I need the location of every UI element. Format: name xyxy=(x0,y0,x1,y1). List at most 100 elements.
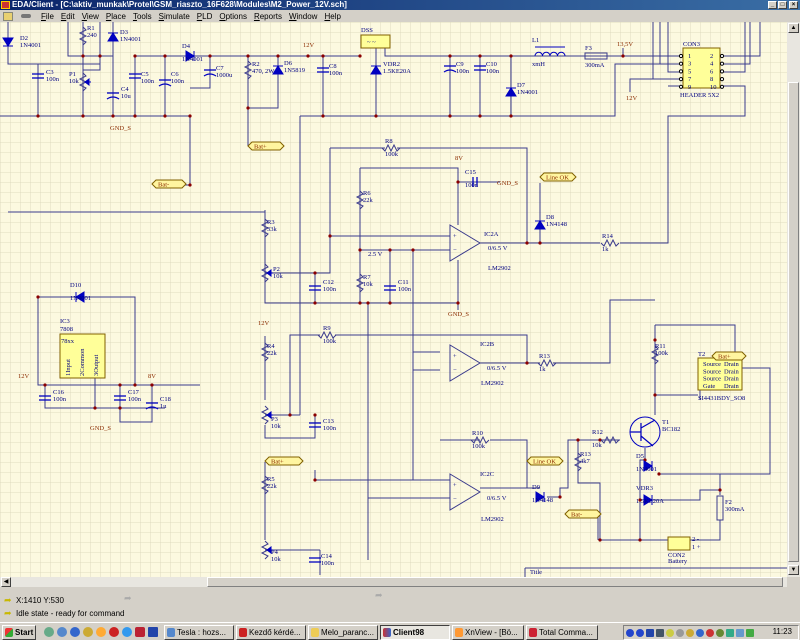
arrow-icon: ➦ xyxy=(375,590,383,600)
menu-simulate[interactable]: Simulate xyxy=(159,12,190,21)
menu-file[interactable]: File xyxy=(41,12,54,21)
menu-reports[interactable]: Reports xyxy=(254,12,282,21)
net-12v: 12V xyxy=(626,95,638,102)
quicklaunch-sun-icon[interactable] xyxy=(96,627,106,637)
r1-ref-label: R1 xyxy=(87,25,95,32)
menu-options[interactable]: Options xyxy=(219,12,247,21)
menu-pld[interactable]: PLD xyxy=(197,12,213,21)
tray-hu-keyboard-icon[interactable] xyxy=(646,629,654,637)
d2-value-label: 1N4001 xyxy=(20,42,41,49)
junction-dot xyxy=(576,438,580,442)
tray-volume-icon[interactable] xyxy=(666,629,674,637)
maximize-button[interactable]: □ xyxy=(778,1,787,9)
task-melo[interactable]: Melo_paranc... xyxy=(308,625,378,640)
quicklaunch-ie-icon[interactable] xyxy=(122,627,132,637)
horizontal-scrollbar[interactable]: ◀ xyxy=(0,577,787,587)
d4-ref-label: D4 xyxy=(182,43,191,50)
d10-value-label: 1N4001 xyxy=(70,295,91,302)
close-button[interactable]: × xyxy=(789,1,798,9)
horizontal-scroll-thumb[interactable] xyxy=(207,577,783,587)
c12-value-label: 100n xyxy=(323,286,337,293)
connector-pin xyxy=(678,53,684,59)
ic2b-ref-label: IC2B xyxy=(480,341,495,348)
vertical-scrollbar[interactable]: ▲ ▼ xyxy=(787,22,800,577)
net-12v: 12V xyxy=(303,42,315,49)
r2-ref-label: R2 xyxy=(252,61,260,68)
task-client98[interactable]: Client98 xyxy=(380,625,450,640)
t2-pin-right-1: Drain xyxy=(724,361,740,368)
junction-dot xyxy=(621,54,625,58)
menu-place[interactable]: Place xyxy=(106,12,126,21)
menu-tools[interactable]: Tools xyxy=(133,12,152,21)
scroll-up-button[interactable]: ▲ xyxy=(788,23,799,33)
schematic-canvas[interactable]: ~ ~ + − + − + − D2 1N4001 R1 240 D3 1N4001 C3 100n P1 10… xyxy=(0,22,787,577)
task-kezdo[interactable]: Kezdő kérdé... xyxy=(236,625,306,640)
taskbar: Start Tesla : hozs... Kezdő kérdé... Mel… xyxy=(0,622,800,640)
tray-bug-icon[interactable] xyxy=(716,629,724,637)
quicklaunch-app-icon[interactable] xyxy=(135,627,145,637)
task-label: Total Comma... xyxy=(539,628,593,637)
f2-value-label: 300mA xyxy=(725,506,745,513)
quicklaunch-save-icon[interactable] xyxy=(148,627,158,637)
grid xyxy=(0,22,787,577)
quicklaunch-opera-icon[interactable] xyxy=(109,627,119,637)
task-xnview[interactable]: XnView - [Bö... xyxy=(452,625,524,640)
clock[interactable]: 11:23 xyxy=(773,627,792,636)
r13b-ref-label: R13 xyxy=(580,451,591,458)
task-total-commander[interactable]: Total Comma... xyxy=(526,625,598,640)
d5-ref-label: D5 xyxy=(636,453,644,460)
tray-diamond-icon[interactable] xyxy=(706,629,714,637)
junction-dot xyxy=(558,495,562,499)
d10-ref-label: D10 xyxy=(70,282,81,289)
menu-help[interactable]: Help xyxy=(324,12,340,21)
junction-dot xyxy=(478,114,482,118)
tray-pencil-icon[interactable] xyxy=(686,629,694,637)
schematic-drawing[interactable]: ~ ~+−+−+−D21N4001R1240 D31N4001C3100nP110… xyxy=(0,22,787,577)
d7-value-label: 1N4001 xyxy=(517,89,538,96)
p1-ref-label: P1 xyxy=(69,71,76,78)
junction-dot xyxy=(133,114,137,118)
d2-ref-label: D2 xyxy=(20,35,28,42)
connector-pin xyxy=(719,61,725,66)
quicklaunch-pen-icon[interactable] xyxy=(83,627,93,637)
t2-pin-left-4: Gate xyxy=(703,383,715,390)
l1-ref-label: L1 xyxy=(532,37,539,44)
back-arrow-icon[interactable] xyxy=(21,14,31,18)
menu-view[interactable]: View xyxy=(82,12,99,21)
f3-value-label: 300mA xyxy=(585,62,605,69)
con3-pin-1: 1 xyxy=(688,53,691,60)
tray-update-icon[interactable] xyxy=(746,629,754,637)
tray-monitor-icon[interactable] xyxy=(726,629,734,637)
tray-display-icon[interactable] xyxy=(736,629,744,637)
tray-a-icon[interactable] xyxy=(626,629,634,637)
quicklaunch-mail-icon[interactable] xyxy=(70,627,80,637)
junction-dot xyxy=(509,54,513,58)
tray-info-icon[interactable] xyxy=(636,629,644,637)
junction-dot xyxy=(246,106,250,110)
task-tesla[interactable]: Tesla : hozs... xyxy=(164,625,234,640)
junction-dot xyxy=(638,538,642,542)
plus-sign: + xyxy=(453,353,457,360)
tray-network-icon[interactable] xyxy=(656,629,664,637)
junction-dot xyxy=(36,114,40,118)
start-button[interactable]: Start xyxy=(2,625,36,640)
scroll-left-button[interactable]: ◀ xyxy=(1,577,11,587)
tray-pen-icon[interactable] xyxy=(676,629,684,637)
tray-eye-icon[interactable] xyxy=(696,629,704,637)
plus-sign: + xyxy=(453,233,457,240)
menu-window[interactable]: Window xyxy=(289,12,317,21)
junction-dot xyxy=(448,114,452,118)
quicklaunch-browser-icon[interactable] xyxy=(57,627,67,637)
minimize-button[interactable]: _ xyxy=(768,1,777,9)
junction-dot xyxy=(538,241,542,245)
ic2c-output-label: 0/6.5 V xyxy=(487,495,507,502)
quicklaunch-desktop-icon[interactable] xyxy=(44,627,54,637)
con2-box xyxy=(667,536,691,551)
c15-ref-label: C15 xyxy=(465,169,476,176)
junction-dot xyxy=(288,413,292,417)
menu-edit[interactable]: Edit xyxy=(61,12,75,21)
document-icon[interactable] xyxy=(3,11,13,21)
junction-dot xyxy=(366,301,370,305)
scroll-down-button[interactable]: ▼ xyxy=(788,565,799,575)
vertical-scroll-thumb[interactable] xyxy=(788,82,799,562)
